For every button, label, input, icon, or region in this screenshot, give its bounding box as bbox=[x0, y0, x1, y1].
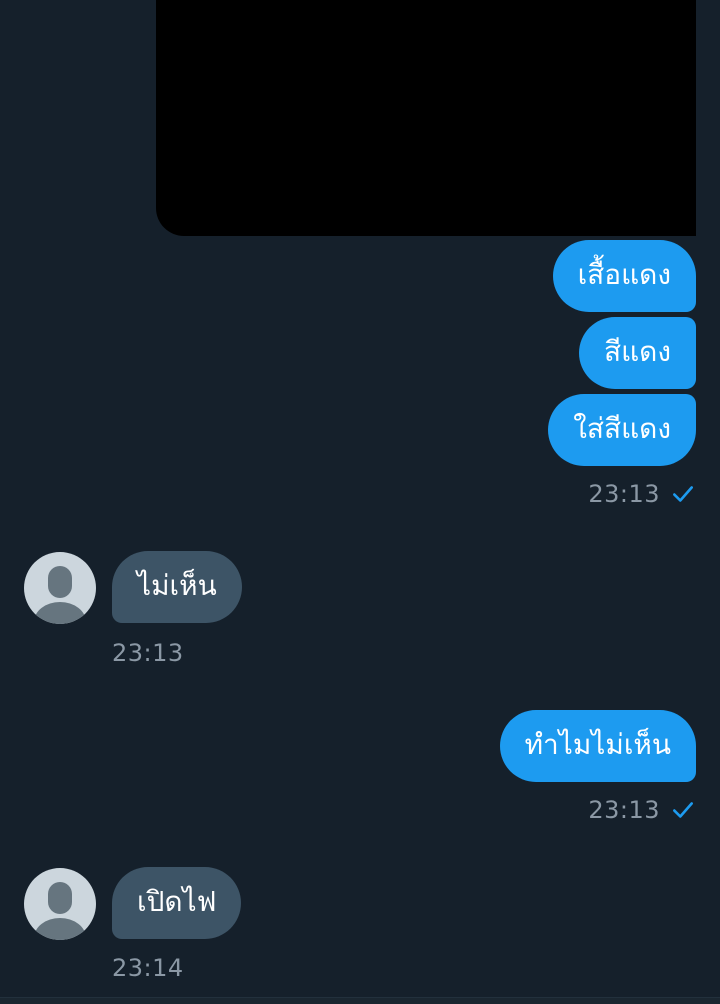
avatar[interactable] bbox=[24, 552, 96, 624]
message-timestamp: 23:13 bbox=[588, 796, 660, 824]
outgoing-message[interactable]: สีแดง bbox=[579, 317, 696, 389]
outgoing-message[interactable]: เสื้อแดง bbox=[552, 240, 696, 312]
incoming-message[interactable]: ไม่เห็น bbox=[112, 551, 242, 623]
incoming-message[interactable]: เปิดไฟ bbox=[112, 867, 242, 939]
default-avatar-icon bbox=[34, 566, 86, 624]
outgoing-message[interactable]: ทำไมไม่เห็น bbox=[499, 710, 696, 782]
message-timestamp: 23:14 bbox=[112, 954, 184, 982]
message-meta: 23:14 bbox=[112, 952, 184, 984]
avatar[interactable] bbox=[24, 868, 96, 940]
message-timestamp: 23:13 bbox=[112, 639, 184, 667]
message-meta: 23:13 bbox=[588, 794, 696, 826]
media-attachment[interactable] bbox=[156, 0, 696, 236]
message-timestamp: 23:13 bbox=[588, 480, 660, 508]
composer-divider bbox=[0, 997, 720, 1004]
default-avatar-icon bbox=[34, 882, 86, 940]
checkmark-icon bbox=[673, 802, 693, 818]
checkmark-icon bbox=[673, 486, 693, 502]
outgoing-message[interactable]: ใส่สีแดง bbox=[548, 394, 696, 466]
message-meta: 23:13 bbox=[112, 637, 184, 669]
message-meta: 23:13 bbox=[588, 478, 696, 510]
